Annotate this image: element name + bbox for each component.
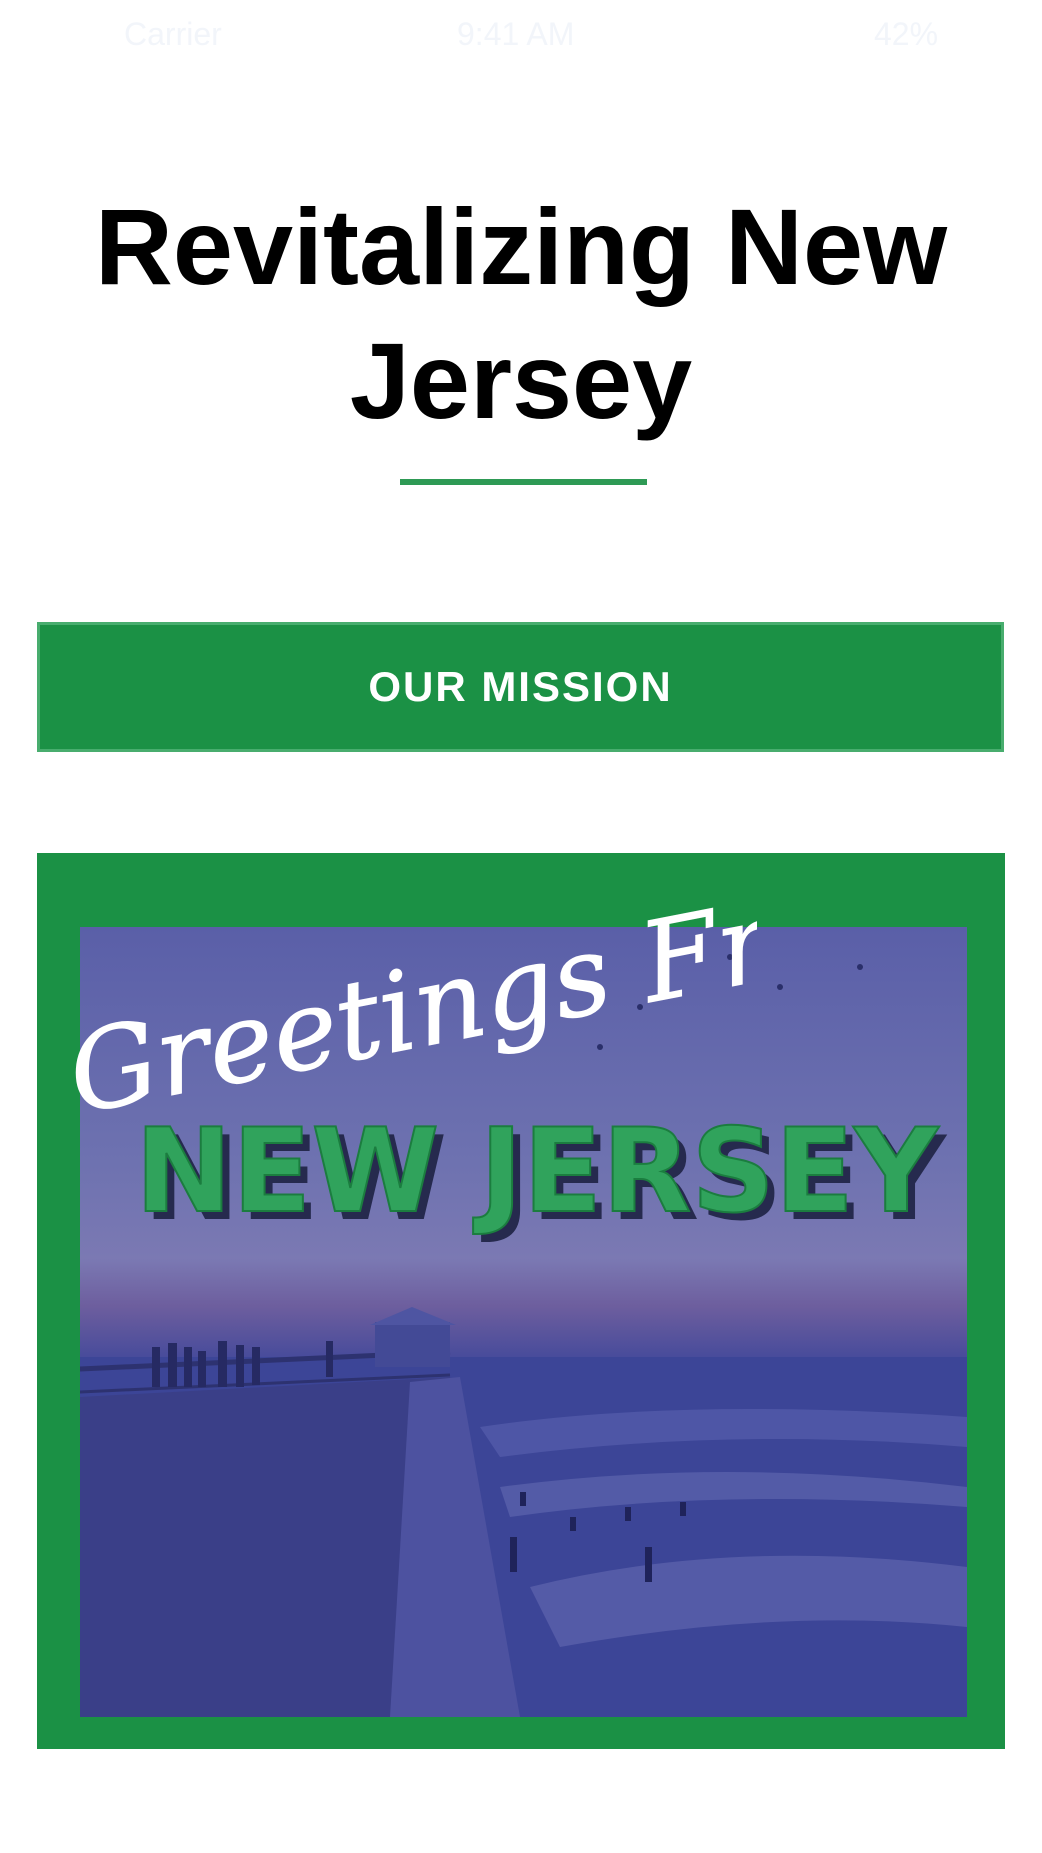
greetings-postcard-image[interactable]: Greetings From NEW JERSEY NEW JERSEY — [37, 853, 1005, 1749]
our-mission-button[interactable]: OUR MISSION — [37, 622, 1004, 752]
state-name-text: NEW JERSEY — [135, 1104, 940, 1239]
clock-label: 9:41 AM — [457, 16, 575, 52]
title-divider — [400, 479, 647, 485]
carrier-label: Carrier — [124, 16, 222, 52]
battery-label: 42% — [874, 16, 939, 52]
status-bar: Carrier 9:41 AM 42% — [0, 0, 1042, 70]
page-title: Revitalizing New Jersey — [94, 186, 948, 441]
state-name-graphic: NEW JERSEY NEW JERSEY — [134, 1103, 948, 1247]
